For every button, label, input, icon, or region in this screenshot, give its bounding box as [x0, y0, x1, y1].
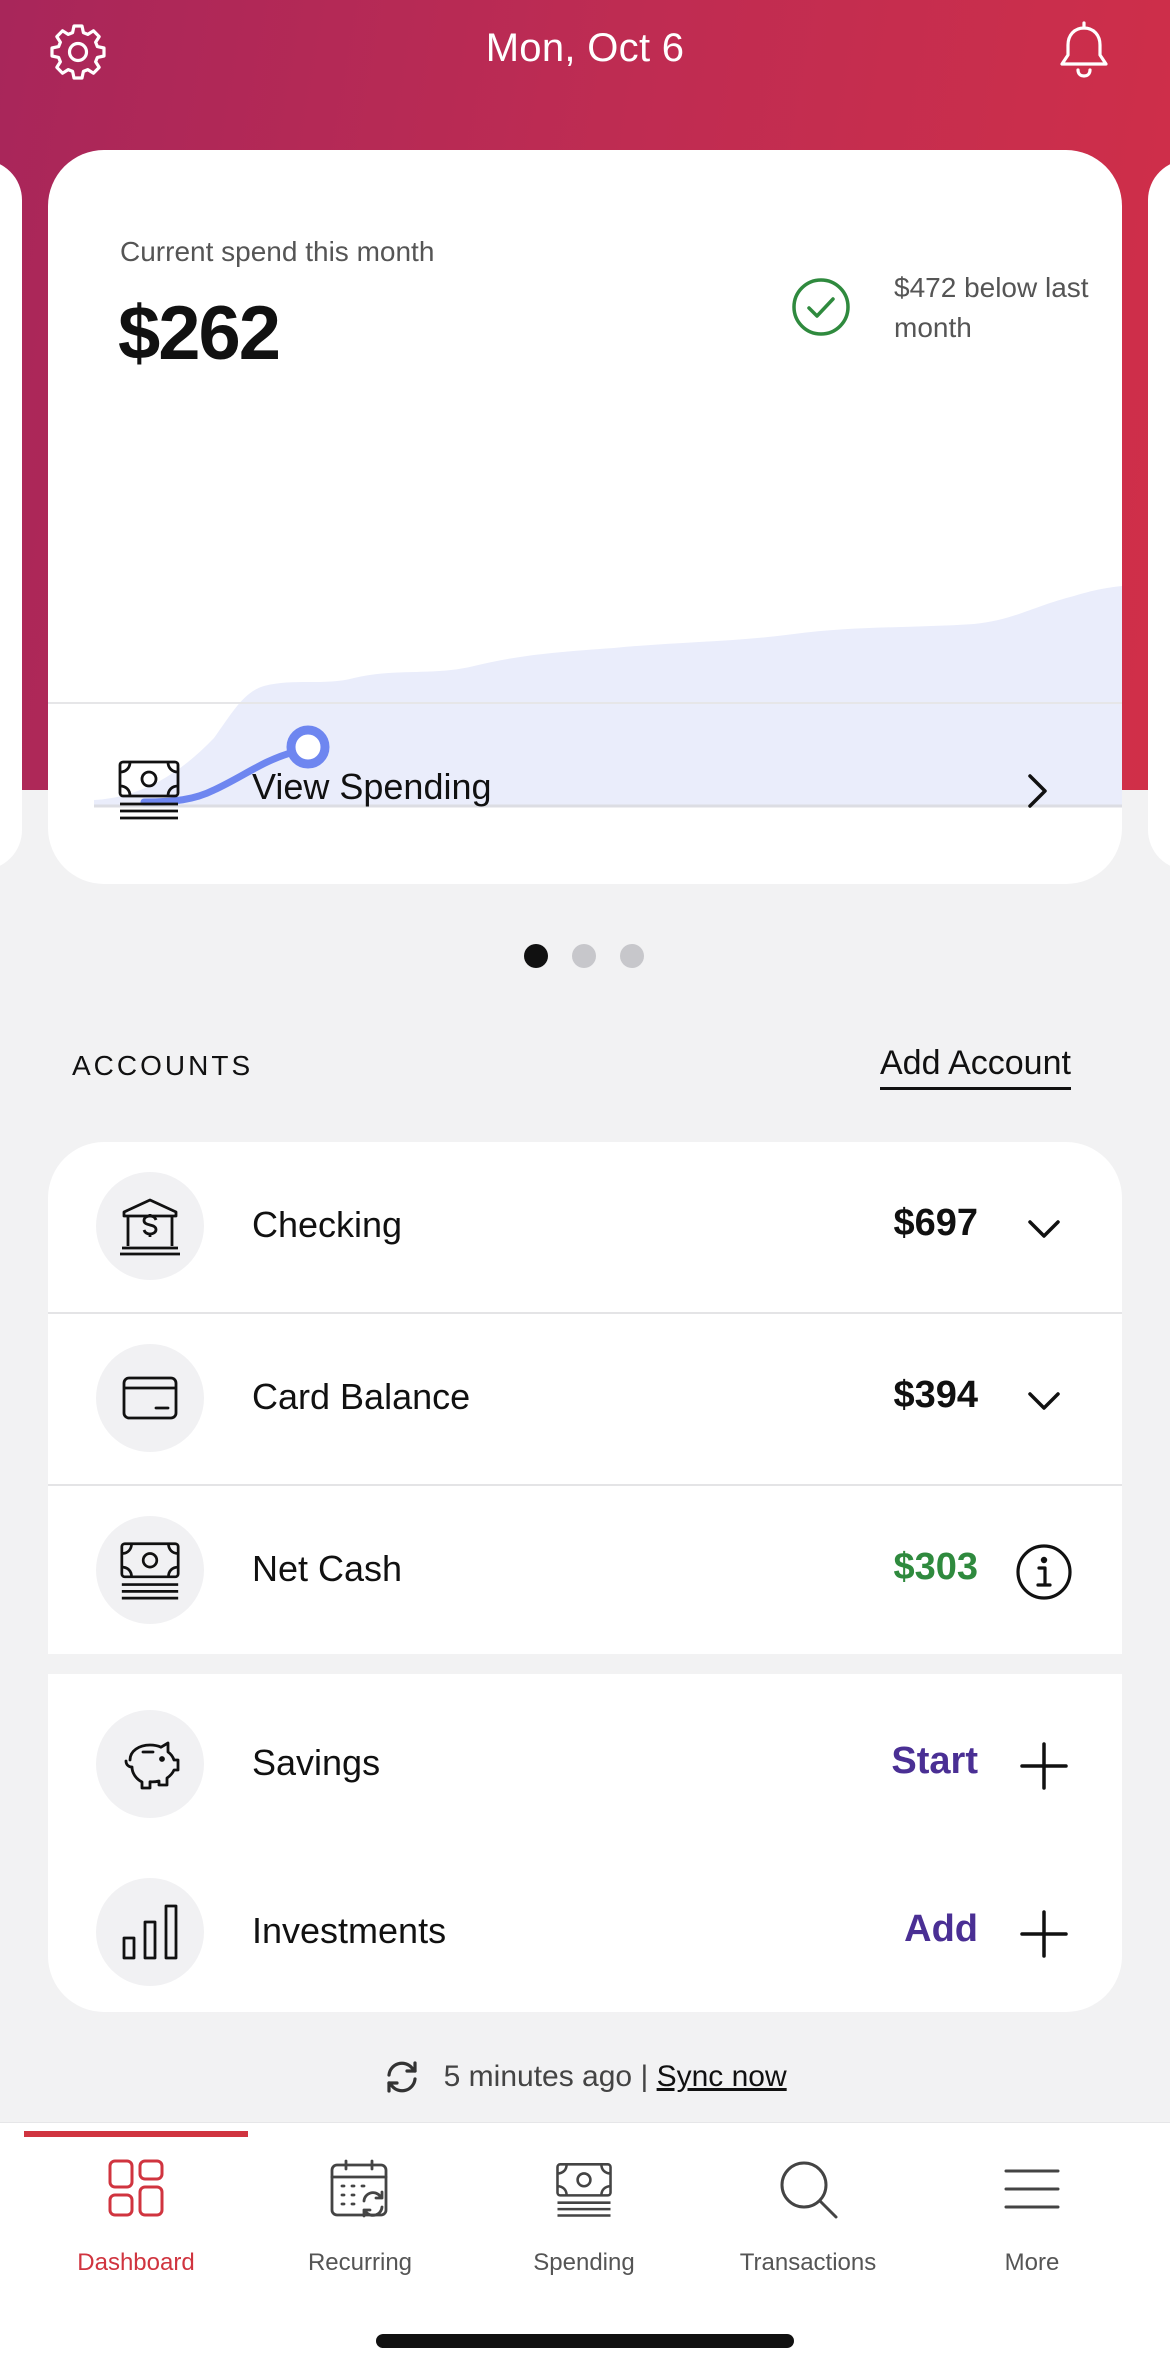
page-title-date: Mon, Oct 6 [485, 26, 685, 70]
tab-spending[interactable]: Spending [472, 2123, 696, 2293]
notifications-bell-icon[interactable] [1052, 20, 1116, 84]
accounts-card: Checking $697 Card Balance $394 Net Cash… [48, 1142, 1122, 1654]
account-balance: $303 [893, 1546, 978, 1588]
account-row-net-cash[interactable]: Net Cash $303 [48, 1486, 1122, 1656]
search-icon [780, 2161, 838, 2219]
tab-more[interactable]: More [920, 2123, 1144, 2293]
tab-label: Recurring [307, 2249, 413, 2276]
start-savings-action[interactable]: Start [891, 1740, 978, 1783]
carousel-pager[interactable] [0, 944, 1170, 972]
cash-icon [120, 1542, 180, 1600]
account-icon-badge [96, 1172, 204, 1280]
account-name: Checking [252, 1204, 403, 1245]
dashboard-icon [108, 2159, 164, 2217]
cash-icon [118, 760, 180, 820]
tab-recurring[interactable]: Recurring [248, 2123, 472, 2293]
add-investments-action[interactable]: Add [904, 1908, 978, 1951]
spend-comparison: $472 below last month [894, 272, 1089, 343]
account-name: Net Cash [252, 1548, 403, 1589]
tab-indicator [248, 2131, 472, 2137]
bar-chart-icon [122, 1904, 178, 1960]
chevron-down-icon[interactable] [1014, 1370, 1074, 1430]
account-icon-badge [96, 1878, 204, 1986]
spend-label: Current spend this month [120, 236, 435, 267]
calendar-icon [330, 2159, 388, 2218]
tab-label: More [1004, 2249, 1060, 2276]
card-icon [122, 1376, 178, 1420]
tab-label: Transactions [739, 2249, 877, 2276]
pager-dot-3[interactable] [620, 944, 644, 968]
refresh-icon[interactable] [383, 2058, 421, 2096]
tab-dashboard[interactable]: Dashboard [24, 2123, 248, 2293]
info-icon[interactable] [1014, 1542, 1074, 1602]
tab-label: Dashboard [77, 2249, 195, 2276]
view-spending-label: View Spending [252, 766, 492, 807]
plus-icon[interactable] [1014, 1736, 1074, 1796]
piggy-bank-icon [124, 1741, 180, 1790]
spend-amount: $262 [118, 291, 281, 376]
top-bar: Mon, Oct 6 [0, 0, 1170, 100]
sync-status: 5 minutes ago | Sync now [0, 2058, 1170, 2106]
view-spending-button[interactable]: View Spending [48, 704, 1122, 884]
cash-icon [556, 2163, 612, 2217]
home-indicator [376, 2334, 794, 2348]
accounts-section-title: ACCOUNTS [72, 1050, 254, 1081]
account-name: Card Balance [252, 1376, 471, 1417]
tab-indicator [696, 2131, 920, 2137]
check-circle-icon [792, 278, 850, 336]
account-icon-badge [96, 1516, 204, 1624]
menu-icon [1004, 2169, 1060, 2209]
bank-icon [120, 1198, 180, 1256]
plus-icon[interactable] [1014, 1904, 1074, 1964]
account-name: Savings [252, 1742, 381, 1783]
chevron-right-icon [1028, 774, 1047, 808]
chevron-down-icon[interactable] [1014, 1198, 1074, 1258]
account-row-investments[interactable]: Investments Add [48, 1848, 1122, 2018]
pager-dot-1[interactable] [524, 944, 548, 968]
growth-accounts-card: Savings Start Investments Add [48, 1674, 1122, 2012]
account-balance: $697 [893, 1202, 978, 1244]
sync-now-link[interactable]: Sync now [657, 2060, 787, 2093]
carousel-next-card-peek[interactable] [1148, 160, 1170, 870]
account-row-card-balance[interactable]: Card Balance $394 [48, 1314, 1122, 1484]
spend-summary-card: Current spend this month $262 $472 below… [48, 150, 1122, 884]
carousel-prev-card-peek[interactable] [0, 160, 22, 870]
last-sync-time: 5 minutes ago | [443, 2060, 649, 2093]
account-icon-badge [96, 1344, 204, 1452]
tab-transactions[interactable]: Transactions [696, 2123, 920, 2293]
section-separator [48, 1654, 1122, 1674]
tab-label: Spending [533, 2249, 635, 2276]
account-row-savings[interactable]: Savings Start [48, 1680, 1122, 1850]
tab-indicator [472, 2131, 696, 2137]
active-tab-indicator [24, 2131, 248, 2137]
account-icon-badge [96, 1710, 204, 1818]
account-name: Investments [252, 1910, 447, 1951]
add-account-link[interactable]: Add Account [880, 1044, 1071, 1090]
tab-indicator [920, 2131, 1144, 2137]
account-row-checking[interactable]: Checking $697 [48, 1142, 1122, 1312]
pager-dot-2[interactable] [572, 944, 596, 968]
account-balance: $394 [893, 1374, 978, 1416]
